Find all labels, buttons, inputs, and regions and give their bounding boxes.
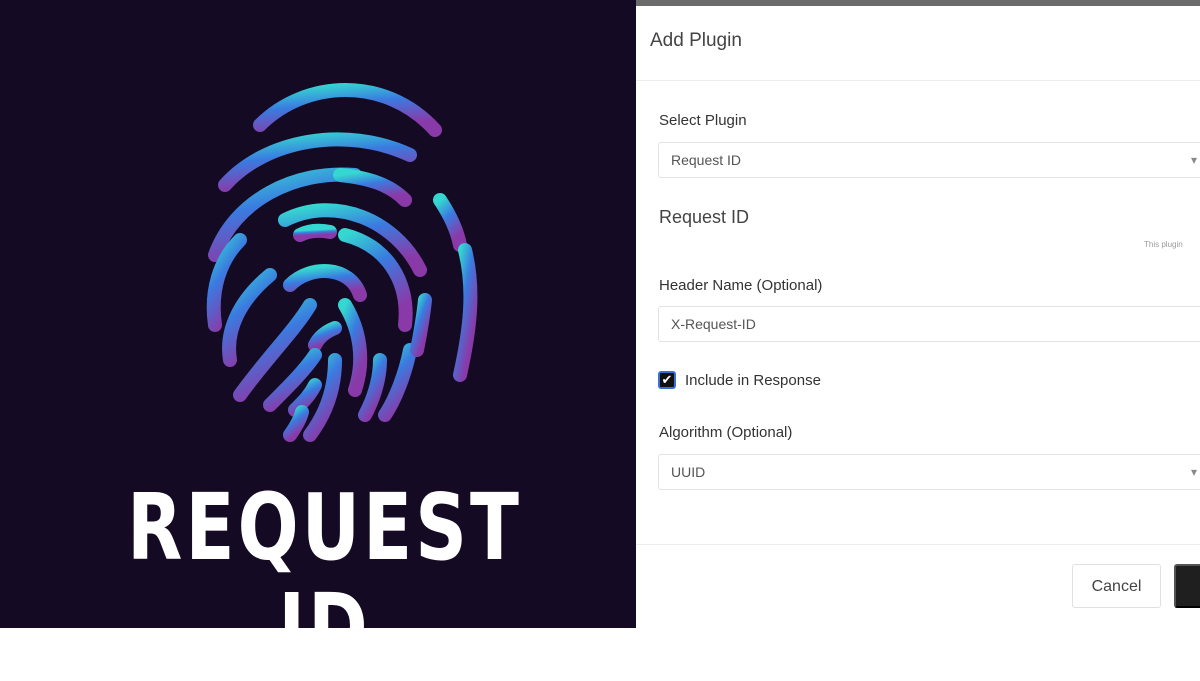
header-name-label: Header Name (Optional) xyxy=(659,277,823,294)
section-title: Request ID xyxy=(659,207,750,227)
include-in-response-checkbox[interactable]: ✔ xyxy=(658,371,676,389)
select-plugin-value: Request ID xyxy=(671,152,742,168)
algorithm-label: Algorithm (Optional) xyxy=(659,424,793,441)
header-divider xyxy=(636,80,1200,81)
include-in-response-label: Include in Response xyxy=(685,372,821,389)
algorithm-value: UUID xyxy=(671,464,706,480)
window-top-bar xyxy=(636,0,1200,6)
select-plugin-dropdown[interactable]: Request ID ▾ xyxy=(658,142,1200,178)
plugin-help-text: This plugin xyxy=(1144,240,1183,249)
brand-panel: REQUEST ID xyxy=(0,0,636,678)
modal-title: Add Plugin xyxy=(650,30,742,51)
chevron-down-icon: ▾ xyxy=(1190,465,1197,479)
footer-divider xyxy=(636,544,1200,545)
brand-title: REQUEST ID xyxy=(127,474,523,681)
algorithm-dropdown[interactable]: UUID ▾ xyxy=(658,454,1200,490)
header-name-value: X-Request-ID xyxy=(671,316,756,332)
header-name-input[interactable]: X-Request-ID xyxy=(658,306,1200,342)
add-plugin-modal: Add Plugin Select Plugin Request ID ▾ Re… xyxy=(636,0,1200,628)
confirm-button[interactable]: C xyxy=(1174,564,1200,608)
select-plugin-label: Select Plugin xyxy=(659,112,747,129)
fingerprint-icon xyxy=(206,83,478,442)
cancel-button[interactable]: Cancel xyxy=(1072,564,1161,608)
checkmark-icon: ✔ xyxy=(661,372,673,387)
chevron-down-icon: ▾ xyxy=(1190,153,1197,167)
